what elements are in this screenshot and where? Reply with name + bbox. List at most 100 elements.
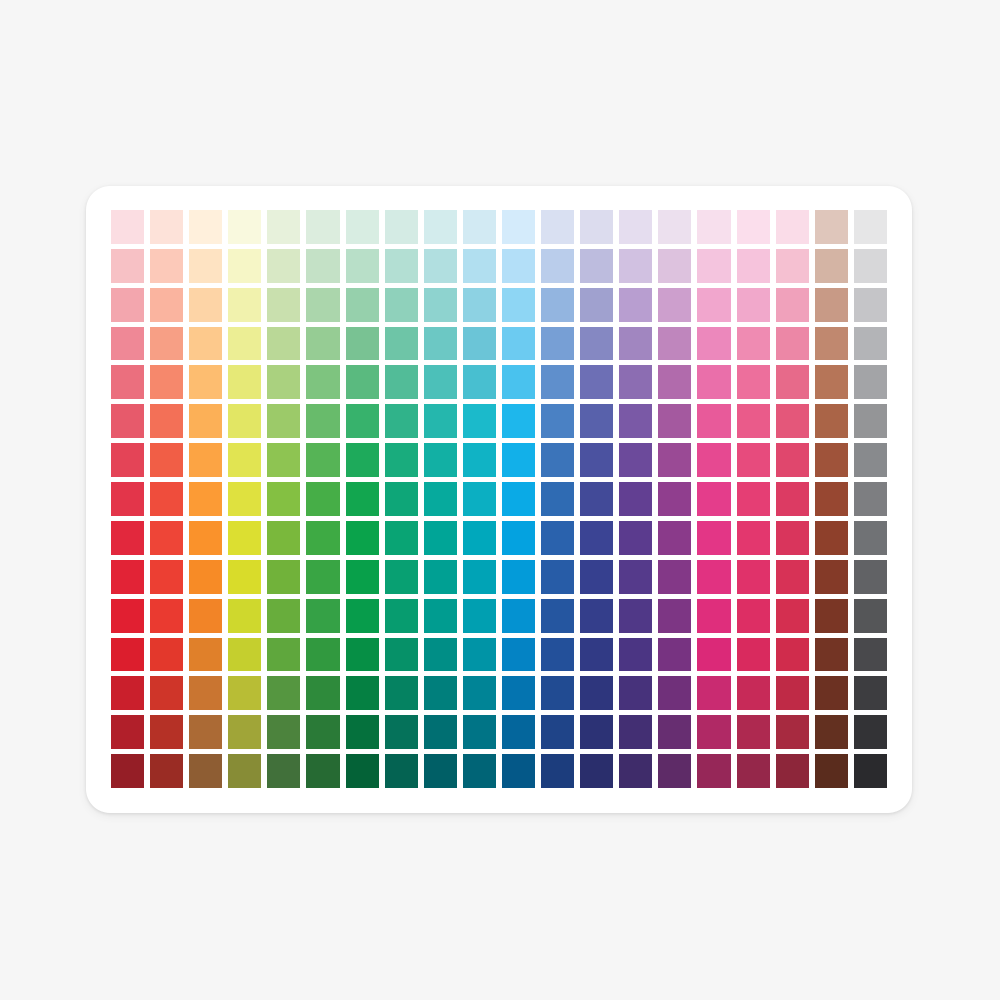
color-swatch: [306, 287, 340, 322]
color-swatch: [853, 637, 887, 672]
color-swatch: [228, 287, 262, 322]
color-swatch: [150, 210, 184, 244]
color-swatch: [697, 443, 731, 478]
color-swatch: [658, 715, 692, 750]
color-swatch: [423, 520, 457, 555]
color-swatch: [619, 404, 653, 439]
color-swatch: [736, 210, 770, 244]
color-swatch: [697, 287, 731, 322]
color-swatch: [267, 637, 301, 672]
color-swatch: [345, 443, 379, 478]
color-swatch: [189, 248, 223, 283]
color-swatch: [541, 754, 575, 788]
color-swatch: [423, 598, 457, 633]
color-swatch: [853, 365, 887, 400]
color-swatch: [814, 598, 848, 633]
color-swatch: [501, 520, 536, 555]
color-swatch: [619, 443, 653, 478]
color-swatch: [111, 287, 145, 322]
color-swatch: [853, 598, 887, 633]
color-swatch: [658, 443, 692, 478]
color-swatch: [580, 520, 614, 555]
color-swatch: [775, 520, 809, 555]
color-swatch: [697, 676, 731, 711]
color-swatch: [423, 365, 457, 400]
color-swatch: [736, 248, 770, 283]
color-swatch: [501, 248, 536, 283]
color-swatch: [189, 404, 223, 439]
color-swatch: [501, 482, 536, 516]
color-swatch: [814, 287, 848, 322]
color-swatch: [423, 287, 457, 322]
color-swatch: [501, 326, 536, 361]
color-swatch: [580, 404, 614, 439]
color-swatch: [853, 248, 887, 283]
color-swatch: [267, 210, 301, 244]
color-swatch: [423, 676, 457, 711]
color-swatch: [658, 365, 692, 400]
color-swatch: [853, 326, 887, 361]
color-swatch: [189, 715, 223, 750]
color-swatch: [736, 676, 770, 711]
color-swatch: [111, 365, 145, 400]
color-swatch: [150, 404, 184, 439]
color-swatch: [345, 326, 379, 361]
color-swatch: [697, 754, 731, 788]
color-swatch: [619, 559, 653, 594]
color-swatch: [541, 248, 575, 283]
color-swatch: [150, 676, 184, 711]
color-swatch: [697, 637, 731, 672]
color-swatch: [306, 715, 340, 750]
color-swatch: [228, 559, 262, 594]
color-swatch: [580, 482, 614, 516]
color-swatch: [345, 676, 379, 711]
color-swatch: [580, 326, 614, 361]
color-swatch: [189, 365, 223, 400]
color-swatch: [658, 210, 692, 244]
color-swatch: [541, 443, 575, 478]
color-swatch: [228, 482, 262, 516]
color-swatch: [501, 443, 536, 478]
color-swatch: [658, 404, 692, 439]
color-swatch: [423, 482, 457, 516]
color-swatch: [736, 326, 770, 361]
color-swatch: [775, 404, 809, 439]
color-swatch: [619, 637, 653, 672]
color-swatch: [775, 210, 809, 244]
color-swatch: [619, 248, 653, 283]
color-swatch: [189, 326, 223, 361]
color-swatch: [228, 365, 262, 400]
color-swatch: [814, 482, 848, 516]
color-swatch: [384, 676, 418, 711]
color-swatch: [580, 248, 614, 283]
color-swatch: [462, 287, 496, 322]
color-swatch: [775, 559, 809, 594]
color-swatch: [541, 676, 575, 711]
color-swatch: [853, 715, 887, 750]
color-swatch: [306, 637, 340, 672]
color-swatch: [423, 210, 457, 244]
color-swatch: [228, 676, 262, 711]
color-swatch: [853, 559, 887, 594]
color-swatch: [189, 482, 223, 516]
color-swatch: [111, 637, 145, 672]
color-swatch: [775, 443, 809, 478]
color-swatch: [423, 754, 457, 788]
color-swatch: [267, 559, 301, 594]
color-swatch: [111, 715, 145, 750]
color-swatch: [775, 754, 809, 788]
color-swatch: [111, 754, 145, 788]
color-swatch: [501, 598, 536, 633]
color-swatch: [814, 754, 848, 788]
color-swatch: [306, 404, 340, 439]
color-swatch: [384, 598, 418, 633]
color-swatch: [814, 443, 848, 478]
color-swatch: [462, 637, 496, 672]
color-swatch: [150, 598, 184, 633]
color-swatch: [150, 287, 184, 322]
color-swatch: [736, 287, 770, 322]
color-swatch: [228, 326, 262, 361]
color-swatch: [736, 715, 770, 750]
color-swatch: [580, 598, 614, 633]
color-swatch: [736, 520, 770, 555]
